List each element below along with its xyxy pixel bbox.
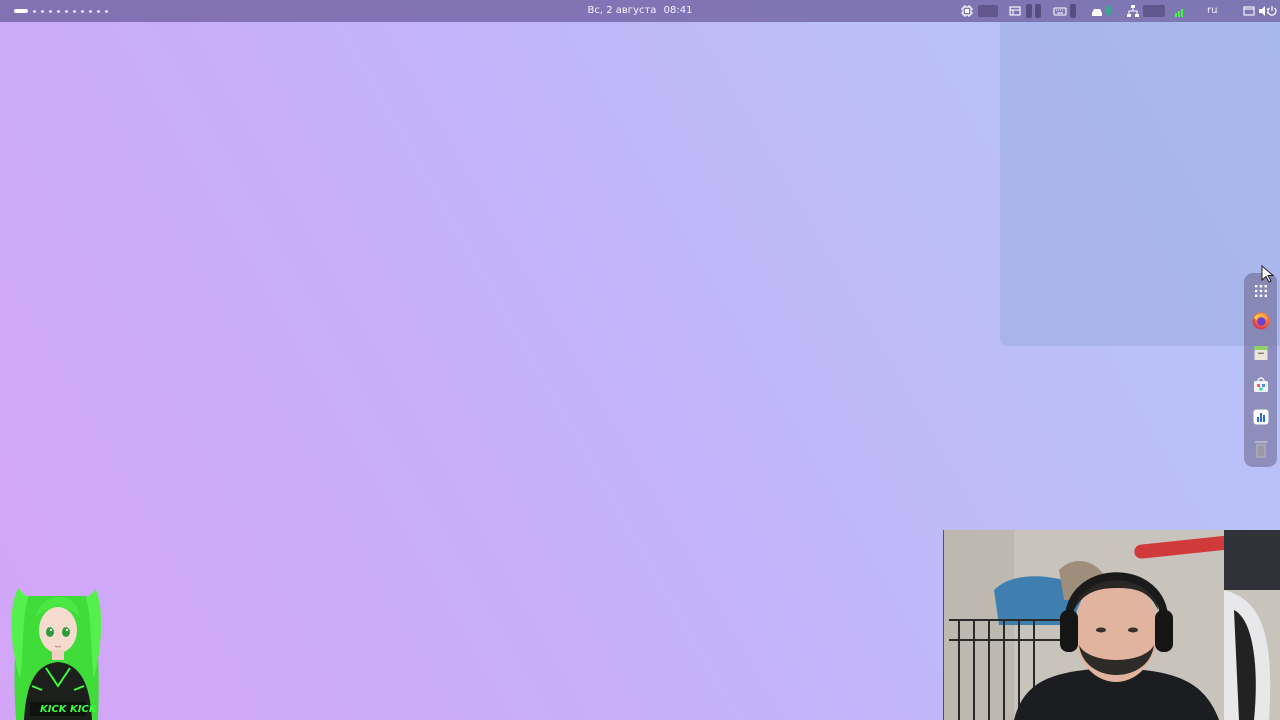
signal-icon[interactable]	[1173, 4, 1187, 18]
mouse-cursor-icon	[1261, 264, 1275, 283]
storage-status	[1106, 6, 1111, 15]
storage-icon[interactable]	[1090, 4, 1104, 18]
window-list-icon[interactable]	[1008, 4, 1022, 18]
dock	[1244, 273, 1277, 467]
archive-icon[interactable]	[1251, 343, 1271, 363]
firefox-icon[interactable]	[1251, 311, 1271, 331]
power-button[interactable]	[1265, 4, 1279, 18]
avatar-logo: KICK KICK	[40, 704, 97, 715]
app-grid-icon[interactable]	[1251, 281, 1271, 301]
clock-time: 08:41	[663, 5, 693, 16]
network-graph[interactable]	[1143, 5, 1165, 17]
store-icon[interactable]	[1251, 375, 1271, 395]
keyboard-icon[interactable]	[1053, 4, 1067, 18]
disk-graph[interactable]	[1070, 4, 1076, 18]
monitor-chart-icon[interactable]	[1251, 407, 1271, 427]
trash-icon[interactable]	[1251, 439, 1271, 459]
language-indicator[interactable]: ru	[1207, 0, 1217, 22]
screen-icon[interactable]	[1242, 4, 1256, 18]
webcam-feed	[943, 530, 1280, 720]
network-icon[interactable]	[1126, 4, 1140, 18]
swap-graph[interactable]	[1035, 4, 1041, 18]
clock-date: Вс, 2 августа	[587, 5, 657, 16]
system-tray: ru	[910, 0, 1280, 22]
top-panel: Вс, 2 августа 08:41 ru	[0, 0, 1280, 22]
cpu-icon[interactable]	[960, 4, 974, 18]
desktop[interactable]: Вс, 2 августа 08:41 ru KICK KICK	[0, 0, 1280, 720]
vtuber-avatar	[6, 578, 106, 720]
translucent-window	[1000, 22, 1280, 346]
memory-graph[interactable]	[1026, 4, 1032, 18]
cpu-graph[interactable]	[978, 5, 998, 17]
